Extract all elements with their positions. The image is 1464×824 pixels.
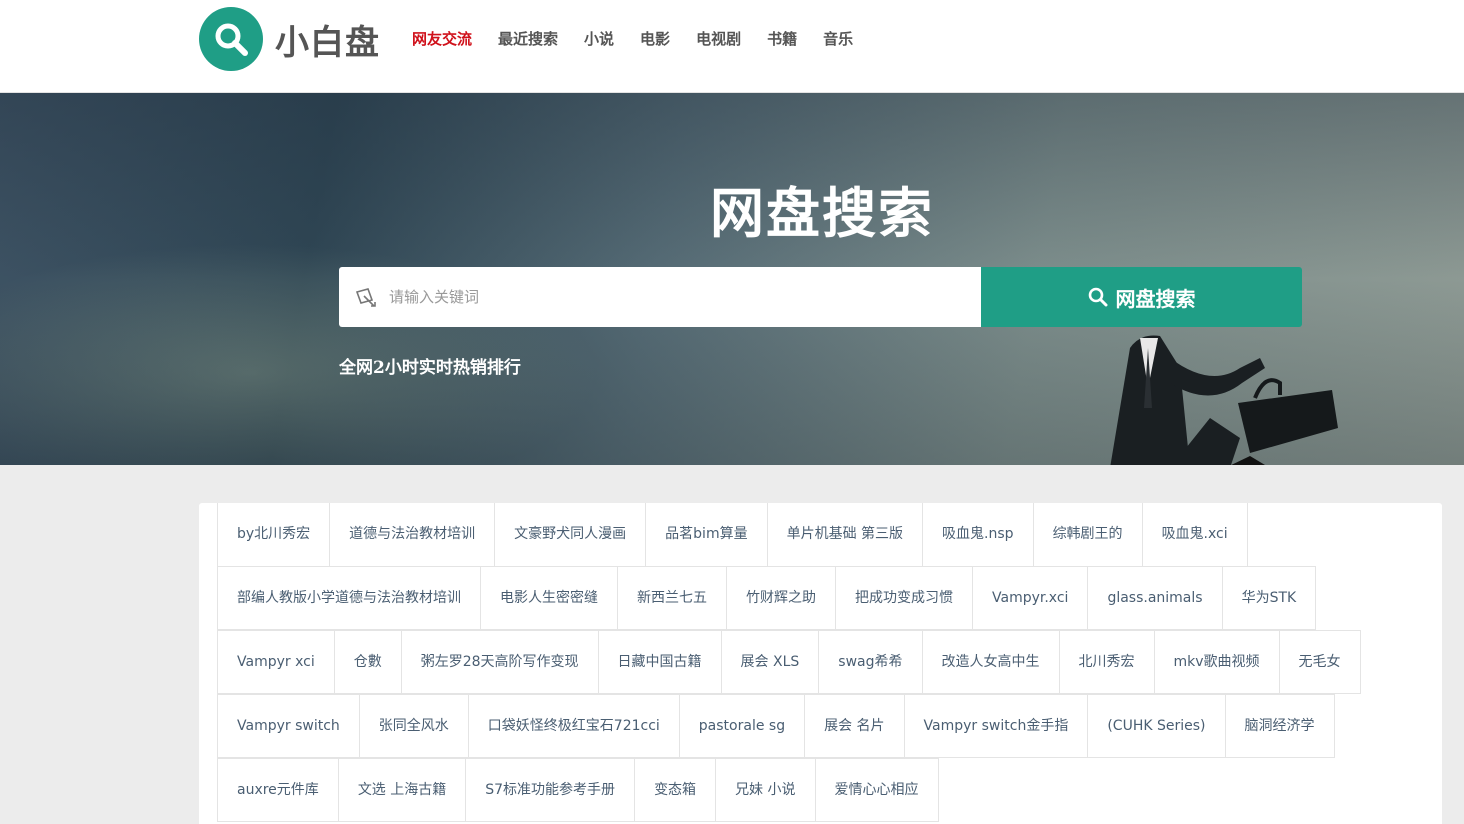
main-nav: 网友交流 最近搜索 小说 电影 电视剧 书籍 音乐 (399, 28, 866, 50)
hot-tag[interactable]: 无毛女 (1278, 630, 1361, 694)
search-logo-icon (199, 7, 263, 71)
hot-tag[interactable]: 吸血鬼.xci (1141, 503, 1248, 567)
tag-row: auxre元件库 文选 上海古籍 S7标准功能参考手册 变态箱 兄妹 小说 爱情… (217, 758, 1442, 823)
hot-tag[interactable]: 仓數 (333, 630, 402, 694)
hot-tag[interactable]: 华为STK (1221, 566, 1317, 630)
hot-ranking-title: 全网2小时实时热销排行 (339, 358, 521, 378)
tag-row: Vampyr switch 张同全风水 口袋妖怪终极红宝石721cci past… (217, 694, 1442, 759)
hot-tag[interactable]: 粥左罗28天高阶写作变现 (400, 630, 599, 694)
hot-tag[interactable]: pastorale sg (678, 694, 806, 758)
hot-tag[interactable]: 把成功变成习惯 (835, 566, 973, 630)
hot-tag[interactable]: 电影人生密密缝 (480, 566, 618, 630)
nav-item-music[interactable]: 音乐 (823, 28, 853, 50)
hot-tag[interactable]: 北川秀宏 (1058, 630, 1155, 694)
hot-tag[interactable]: 张同全风水 (358, 694, 469, 758)
hot-tag[interactable]: 日藏中国古籍 (597, 630, 722, 694)
hot-tag[interactable]: Vampyr switch金手指 (903, 694, 1089, 758)
hot-tag[interactable]: 展会 XLS (720, 630, 820, 694)
hot-tag[interactable]: 脑洞经济学 (1224, 694, 1335, 758)
hot-tag[interactable]: 口袋妖怪终极红宝石721cci (467, 694, 680, 758)
tag-row: Vampyr xci 仓數 粥左罗28天高阶写作变现 日藏中国古籍 展会 XLS… (217, 630, 1442, 695)
nav-item-tv[interactable]: 电视剧 (696, 28, 741, 50)
hero-title: 网盘搜索 (710, 182, 934, 245)
hot-tag[interactable]: 单片机基础 第三版 (766, 503, 924, 567)
nav-item-books[interactable]: 书籍 (767, 28, 797, 50)
hot-tag[interactable]: 文豪野犬同人漫画 (494, 503, 647, 567)
hero-banner: 网盘搜索 网盘搜索 全网2小时实时热销排行 (0, 93, 1464, 465)
search-button[interactable]: 网盘搜索 (981, 267, 1302, 327)
hot-tag[interactable]: 爱情心心相应 (814, 758, 939, 822)
site-logo[interactable]: 小白盘 (199, 7, 380, 71)
tag-row: by北川秀宏 道德与法治教材培训 文豪野犬同人漫画 品茗bim算量 单片机基础 … (217, 503, 1442, 567)
hot-tag[interactable]: Vampyr.xci (972, 566, 1089, 630)
search-box (339, 267, 981, 327)
tag-row: 部编人教版小学道德与法治教材培训 电影人生密密缝 新西兰七五 竹财辉之助 把成功… (217, 566, 1442, 631)
nav-item-community[interactable]: 网友交流 (412, 28, 472, 50)
hot-tag[interactable]: S7标准功能参考手册 (465, 758, 636, 822)
search-icon (1088, 287, 1107, 307)
search-input[interactable] (389, 267, 969, 327)
running-businessman-image (1110, 335, 1338, 465)
site-name: 小白盘 (275, 22, 380, 63)
hot-tag[interactable]: 品茗bim算量 (645, 503, 768, 567)
hot-tag[interactable]: glass.animals (1087, 566, 1223, 630)
hot-tag[interactable]: mkv歌曲视频 (1153, 630, 1280, 694)
nav-item-movie[interactable]: 电影 (640, 28, 670, 50)
hot-tag[interactable]: 部编人教版小学道德与法治教材培训 (217, 566, 481, 630)
hot-tags-panel: by北川秀宏 道德与法治教材培训 文豪野犬同人漫画 品茗bim算量 单片机基础 … (199, 503, 1442, 824)
search-button-label: 网盘搜索 (1115, 288, 1196, 311)
hot-tag[interactable]: 变态箱 (634, 758, 717, 822)
hot-tag[interactable]: 展会 名片 (804, 694, 905, 758)
header: 小白盘 网友交流 最近搜索 小说 电影 电视剧 书籍 音乐 (0, 0, 1464, 93)
hot-tag[interactable]: 竹财辉之助 (726, 566, 836, 630)
hot-tag[interactable]: Vampyr xci (217, 630, 335, 694)
hot-tag[interactable]: auxre元件库 (217, 758, 339, 822)
hot-tag[interactable]: 吸血鬼.nsp (922, 503, 1034, 567)
hot-tag[interactable]: swag希希 (818, 630, 923, 694)
search-bar: 网盘搜索 (339, 267, 1302, 327)
hot-tag[interactable]: Vampyr switch (217, 694, 360, 758)
hot-tag[interactable]: 新西兰七五 (617, 566, 727, 630)
hot-tag[interactable]: 文选 上海古籍 (337, 758, 467, 822)
hot-tag[interactable]: 综韩剧王的 (1032, 503, 1143, 567)
nav-item-novel[interactable]: 小说 (584, 28, 614, 50)
hot-tag[interactable]: 道德与法治教材培训 (329, 503, 496, 567)
nav-item-recent-search[interactable]: 最近搜索 (498, 28, 558, 50)
hot-tag[interactable]: by北川秀宏 (217, 503, 331, 567)
hot-tag[interactable]: 兄妹 小说 (715, 758, 816, 822)
hot-tag[interactable]: (CUHK Series) (1087, 694, 1226, 758)
hot-tag[interactable]: 改造人女高中生 (921, 630, 1060, 694)
edit-icon (355, 288, 376, 307)
